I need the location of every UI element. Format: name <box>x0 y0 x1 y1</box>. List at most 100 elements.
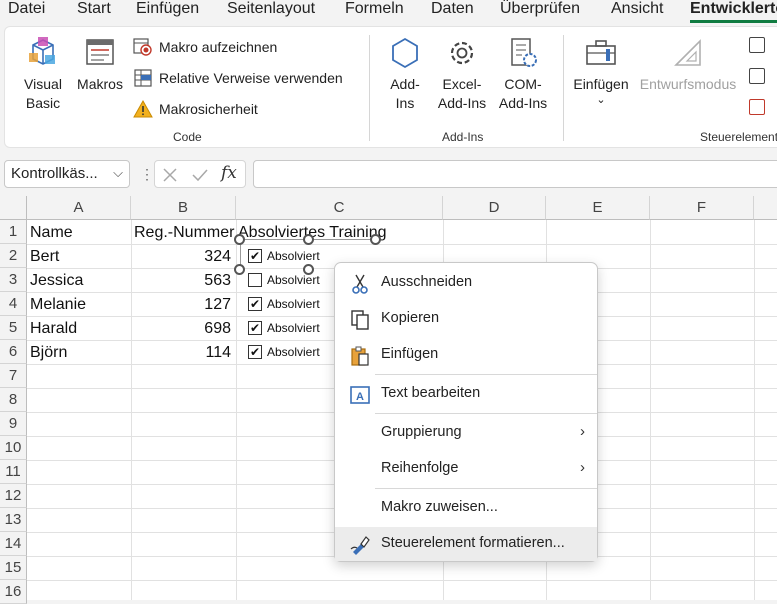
row-header[interactable]: 8 <box>0 388 27 412</box>
column-header-a[interactable]: A <box>27 196 131 220</box>
reg-cell[interactable]: 698 <box>131 317 231 341</box>
row-header[interactable]: 5 <box>0 316 27 340</box>
select-all-corner[interactable] <box>0 196 27 220</box>
reg-cell[interactable]: 324 <box>131 245 231 269</box>
name-box[interactable]: Kontrollkäs... ⌵ <box>4 160 130 188</box>
menu-item-paste[interactable]: Einfügen <box>335 338 597 372</box>
name-cell[interactable]: Björn <box>30 341 67 365</box>
header-cell-reg[interactable]: Reg.-Nummer <box>134 221 234 245</box>
properties-icon[interactable] <box>749 37 765 53</box>
tab-ansicht[interactable]: Ansicht <box>611 0 663 18</box>
tab-start[interactable]: Start <box>77 0 111 18</box>
addins-hexagon-icon <box>392 37 418 69</box>
name-cell[interactable]: Harald <box>30 317 77 341</box>
column-header-e[interactable]: E <box>546 196 650 220</box>
column-header-f[interactable]: F <box>650 196 754 220</box>
menu-separator <box>375 413 597 414</box>
relative-refs-button[interactable]: Relative Verweise verwenden <box>133 68 343 88</box>
row-header[interactable]: 10 <box>0 436 27 460</box>
row-header[interactable]: 4 <box>0 292 27 316</box>
training-checkbox[interactable]: ✔ Absolviert <box>248 294 320 314</box>
visual-basic-button[interactable]: Visual Basic <box>17 35 69 113</box>
resize-handle[interactable] <box>370 234 381 245</box>
com-addins-button[interactable]: COM- Add-Ins <box>493 35 553 113</box>
menu-label: Text bearbeiten <box>381 385 481 401</box>
insert-control-label: Einfügen <box>573 76 629 92</box>
context-menu: Ausschneiden Kopieren Einfügen A Text be… <box>334 262 598 562</box>
tab-daten[interactable]: Daten <box>431 0 474 18</box>
macro-security-label: Makrosicherheit <box>159 101 258 117</box>
resize-handle[interactable] <box>303 264 314 275</box>
resize-handle[interactable] <box>303 234 314 245</box>
row-header[interactable]: 12 <box>0 484 27 508</box>
row-header[interactable]: 11 <box>0 460 27 484</box>
record-macro-label: Makro aufzeichnen <box>159 39 278 55</box>
insert-function-button[interactable]: fx <box>221 163 237 183</box>
training-checkbox[interactable]: ✔ Absolviert <box>248 342 320 362</box>
excel-addins-button[interactable]: Excel- Add-Ins <box>433 35 491 113</box>
menu-item-copy[interactable]: Kopieren <box>335 302 597 336</box>
tab-formeln[interactable]: Formeln <box>345 0 404 18</box>
tab-einfuegen[interactable]: Einfügen <box>136 0 199 18</box>
more-options-icon[interactable]: ⋮ <box>140 166 154 183</box>
reg-cell[interactable]: 114 <box>131 341 231 365</box>
name-cell[interactable]: Jessica <box>30 269 83 293</box>
menu-item-edit-text[interactable]: A Text bearbeiten <box>335 377 597 411</box>
insert-control-button[interactable]: Einfügen ⌄ <box>569 35 633 106</box>
tab-seitenlayout[interactable]: Seitenlayout <box>227 0 315 18</box>
column-header-c[interactable]: C <box>236 196 443 220</box>
tab-ueberpruefen[interactable]: Überprüfen <box>500 0 580 18</box>
cancel-icon[interactable] <box>161 166 179 184</box>
header-cell-name[interactable]: Name <box>30 221 73 245</box>
column-header-b[interactable]: B <box>131 196 236 220</box>
menu-item-order[interactable]: Reihenfolge › <box>335 452 597 486</box>
makros-button[interactable]: Makros <box>73 35 127 94</box>
enter-check-icon[interactable] <box>191 166 209 184</box>
row-header[interactable]: 16 <box>0 580 27 604</box>
clipboard-icon <box>351 346 369 366</box>
column-header-d[interactable]: D <box>443 196 546 220</box>
checkbox-box: ✔ <box>248 321 262 335</box>
row-header[interactable]: 3 <box>0 268 27 292</box>
row-header[interactable]: 9 <box>0 412 27 436</box>
menu-item-format-control[interactable]: Steuerelement formatieren... <box>335 527 597 561</box>
row-header[interactable]: 6 <box>0 340 27 364</box>
row-header[interactable]: 14 <box>0 532 27 556</box>
menu-item-cut[interactable]: Ausschneiden <box>335 266 597 300</box>
resize-handle[interactable] <box>234 264 245 275</box>
relative-refs-icon <box>134 69 152 87</box>
row-header[interactable]: 7 <box>0 364 27 388</box>
name-cell[interactable]: Melanie <box>30 293 86 317</box>
checkbox-box: ✔ <box>248 297 262 311</box>
checkbox-label: Absolviert <box>267 297 320 311</box>
tab-entwicklertools[interactable]: Entwicklertools <box>690 0 777 18</box>
row-header[interactable]: 15 <box>0 556 27 580</box>
menu-item-grouping[interactable]: Gruppierung › <box>335 416 597 450</box>
checkbox-label: Absolviert <box>267 345 320 359</box>
column-header-g[interactable] <box>754 196 777 220</box>
menu-item-assign-macro[interactable]: Makro zuweisen... <box>335 491 597 525</box>
run-dialog-icon[interactable] <box>749 99 765 115</box>
view-code-icon[interactable] <box>749 68 765 84</box>
ribbon: Visual Basic Makros Makro aufzeichnen Re… <box>4 26 777 148</box>
addins-button[interactable]: Add- Ins <box>381 35 429 113</box>
design-mode-button[interactable]: Entwurfsmodus <box>635 35 741 94</box>
row-header[interactable]: 2 <box>0 244 27 268</box>
record-macro-button[interactable]: Makro aufzeichnen <box>133 37 277 57</box>
formula-input[interactable] <box>253 160 777 188</box>
training-checkbox[interactable]: ✔ Absolviert <box>248 318 320 338</box>
tab-datei[interactable]: Datei <box>8 0 45 18</box>
menu-label: Kopieren <box>381 310 440 326</box>
checkbox-label: Absolviert <box>267 321 320 335</box>
row-header[interactable]: 13 <box>0 508 27 532</box>
chevron-down-icon: ⌄ <box>596 94 606 106</box>
com-addins-icon <box>511 38 537 67</box>
excel-addins-label: Excel- Add-Ins <box>437 76 487 111</box>
resize-handle[interactable] <box>234 234 245 245</box>
reg-cell[interactable]: 127 <box>131 293 231 317</box>
triangle-ruler-icon <box>674 39 701 66</box>
row-header[interactable]: 1 <box>0 220 27 244</box>
name-cell[interactable]: Bert <box>30 245 59 269</box>
macro-security-button[interactable]: Makrosicherheit <box>133 99 258 119</box>
reg-cell[interactable]: 563 <box>131 269 231 293</box>
